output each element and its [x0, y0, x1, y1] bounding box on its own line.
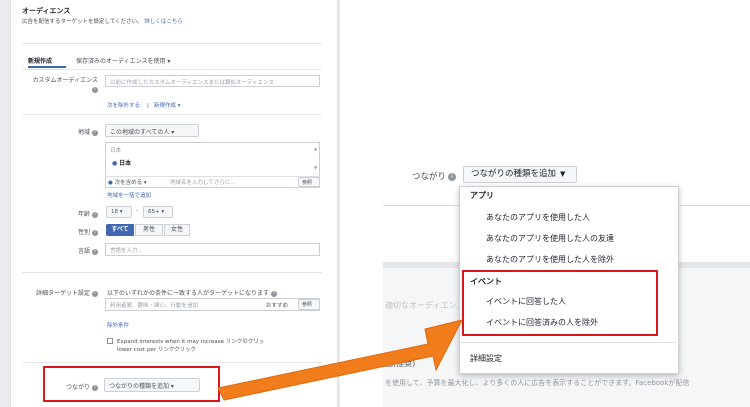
arrow-icon — [217, 319, 463, 401]
